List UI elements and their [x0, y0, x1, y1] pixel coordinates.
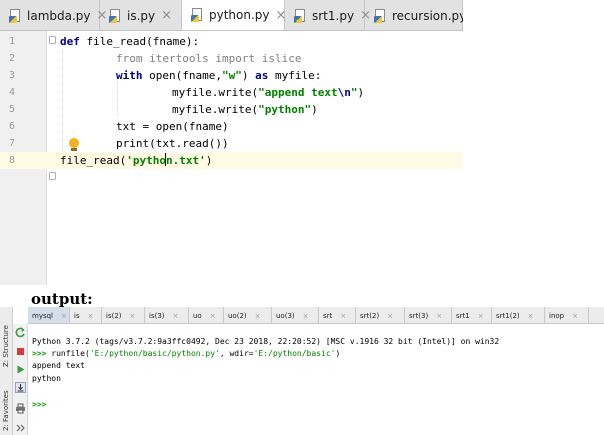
- close-icon[interactable]: ×: [210, 312, 216, 320]
- rerun-icon[interactable]: [15, 327, 26, 338]
- tab-label: srt1.py: [312, 8, 355, 23]
- code-line-current: 8 file_read('python.txt'): [0, 152, 463, 169]
- code-editor[interactable]: 1 def file_read(fname): 2 from itertools…: [0, 31, 463, 285]
- python-file-icon: [9, 8, 21, 23]
- line-code[interactable]: def file_read(fname):: [60, 33, 199, 50]
- line-number: 7: [9, 138, 16, 149]
- close-icon[interactable]: ×: [478, 312, 484, 320]
- structure-panel-label[interactable]: Z: Structure: [2, 325, 10, 367]
- tab-label: is.py: [127, 8, 156, 23]
- close-icon[interactable]: ×: [173, 312, 179, 320]
- tab-label: lambda.py: [27, 8, 91, 23]
- line-number: 5: [9, 104, 16, 115]
- python-file-icon: [374, 8, 386, 23]
- python-console-output[interactable]: Python 3.7.2 (tags/v3.7.2:9a3ffc0492, De…: [28, 324, 604, 435]
- line-number: 6: [9, 121, 16, 132]
- python-file-icon: [294, 8, 306, 23]
- more-actions-icon[interactable]: [15, 423, 26, 434]
- line-code[interactable]: myfile.write("python"): [172, 101, 318, 118]
- tab-is-py[interactable]: is.py ×: [100, 0, 182, 30]
- side-tool-strip: Z: Structure 2: Favorites: [0, 307, 13, 435]
- close-icon[interactable]: ×: [528, 312, 534, 320]
- line-number: 1: [9, 36, 16, 47]
- python-file-icon: [109, 8, 121, 23]
- console-banner: Python 3.7.2 (tags/v3.7.2:9a3ffc0492, De…: [32, 337, 500, 346]
- console-output-line: python: [32, 374, 61, 383]
- tab-label: python.py: [209, 8, 270, 22]
- console-tab-srt[interactable]: srt ×: [319, 307, 356, 323]
- line-number: 4: [9, 87, 16, 98]
- run-icon[interactable]: [15, 364, 26, 375]
- line-code[interactable]: from itertools import islice: [116, 50, 301, 67]
- line-code[interactable]: print(txt.read()): [116, 135, 229, 152]
- console-tab-mysql[interactable]: mysql ×: [28, 307, 70, 323]
- console-tab-uo-2[interactable]: uo(2) ×: [224, 307, 272, 323]
- console-toolbar: [13, 324, 28, 435]
- code-line: 1 def file_read(fname):: [0, 33, 463, 50]
- tab-label: recursion.py: [392, 8, 463, 23]
- console-output-line: append text: [32, 361, 85, 370]
- close-icon[interactable]: ×: [161, 8, 172, 23]
- code-line: 5 myfile.write("python"): [0, 101, 463, 118]
- line-number: 8: [9, 155, 16, 166]
- console-runfile-line: >>> runfile('E:/python/basic/python.py',…: [32, 349, 341, 358]
- console-tab-is-2[interactable]: is(2) ×: [102, 307, 145, 323]
- close-icon[interactable]: ×: [61, 312, 67, 320]
- console-tab-bar: mysql × is × is(2) × is(3) × uo × uo(2) × uo(3…: [28, 307, 604, 324]
- close-icon[interactable]: ×: [303, 312, 309, 320]
- close-icon[interactable]: ×: [88, 312, 94, 320]
- close-icon[interactable]: ×: [255, 312, 261, 320]
- fold-marker-icon[interactable]: [49, 172, 56, 180]
- close-icon[interactable]: ×: [340, 312, 346, 320]
- print-icon[interactable]: [15, 403, 26, 414]
- favorites-panel-label[interactable]: 2: Favorites: [2, 390, 10, 431]
- close-icon[interactable]: ×: [130, 312, 136, 320]
- stop-icon[interactable]: [15, 346, 26, 357]
- console-tab-is-3[interactable]: is(3) ×: [145, 307, 189, 323]
- tab-recursion-py[interactable]: recursion.py: [365, 0, 463, 30]
- line-number: 3: [9, 70, 16, 81]
- tab-lambda-py[interactable]: lambda.py ×: [0, 0, 107, 30]
- code-line: 3 with open(fname,"w") as myfile:: [0, 67, 463, 84]
- console-tab-srt1[interactable]: srt1 ×: [452, 307, 492, 323]
- python-file-icon: [191, 8, 203, 22]
- console-tab-srt-2[interactable]: srt(2) ×: [356, 307, 405, 323]
- line-code[interactable]: txt = open(fname): [116, 118, 229, 135]
- console-tab-is[interactable]: is ×: [70, 307, 102, 323]
- console-tab-srt-3[interactable]: srt(3) ×: [405, 307, 452, 323]
- lightbulb-icon[interactable]: [68, 138, 79, 152]
- tab-srt1-py[interactable]: srt1.py ×: [285, 0, 371, 30]
- console-tab-srt1-2[interactable]: srt1(2) ×: [492, 307, 545, 323]
- code-line: 2 from itertools import islice: [0, 50, 463, 67]
- line-code[interactable]: with open(fname,"w") as myfile:: [116, 67, 321, 84]
- console-tab-inop[interactable]: inop ×: [545, 307, 589, 323]
- line-code[interactable]: file_read('python.txt'): [60, 152, 212, 169]
- close-icon[interactable]: ×: [572, 312, 578, 320]
- console-input-prompt[interactable]: >>>: [32, 400, 46, 410]
- output-heading: output:: [31, 290, 93, 308]
- code-line: 6 txt = open(fname): [0, 118, 463, 135]
- console-tab-uo[interactable]: uo ×: [189, 307, 224, 323]
- line-code[interactable]: myfile.write("append text\n"): [172, 84, 364, 101]
- close-icon[interactable]: ×: [387, 312, 393, 320]
- tab-python-py[interactable]: python.py ×: [182, 0, 286, 30]
- close-icon[interactable]: ×: [436, 312, 442, 320]
- code-line: 4 myfile.write("append text\n"): [0, 84, 463, 101]
- scroll-to-end-icon[interactable]: [15, 382, 26, 393]
- console-tab-uo-3[interactable]: uo(3) ×: [272, 307, 319, 323]
- editor-tab-bar: lambda.py × is.py × python.py × srt1.py …: [0, 0, 463, 31]
- line-number: 2: [9, 53, 16, 64]
